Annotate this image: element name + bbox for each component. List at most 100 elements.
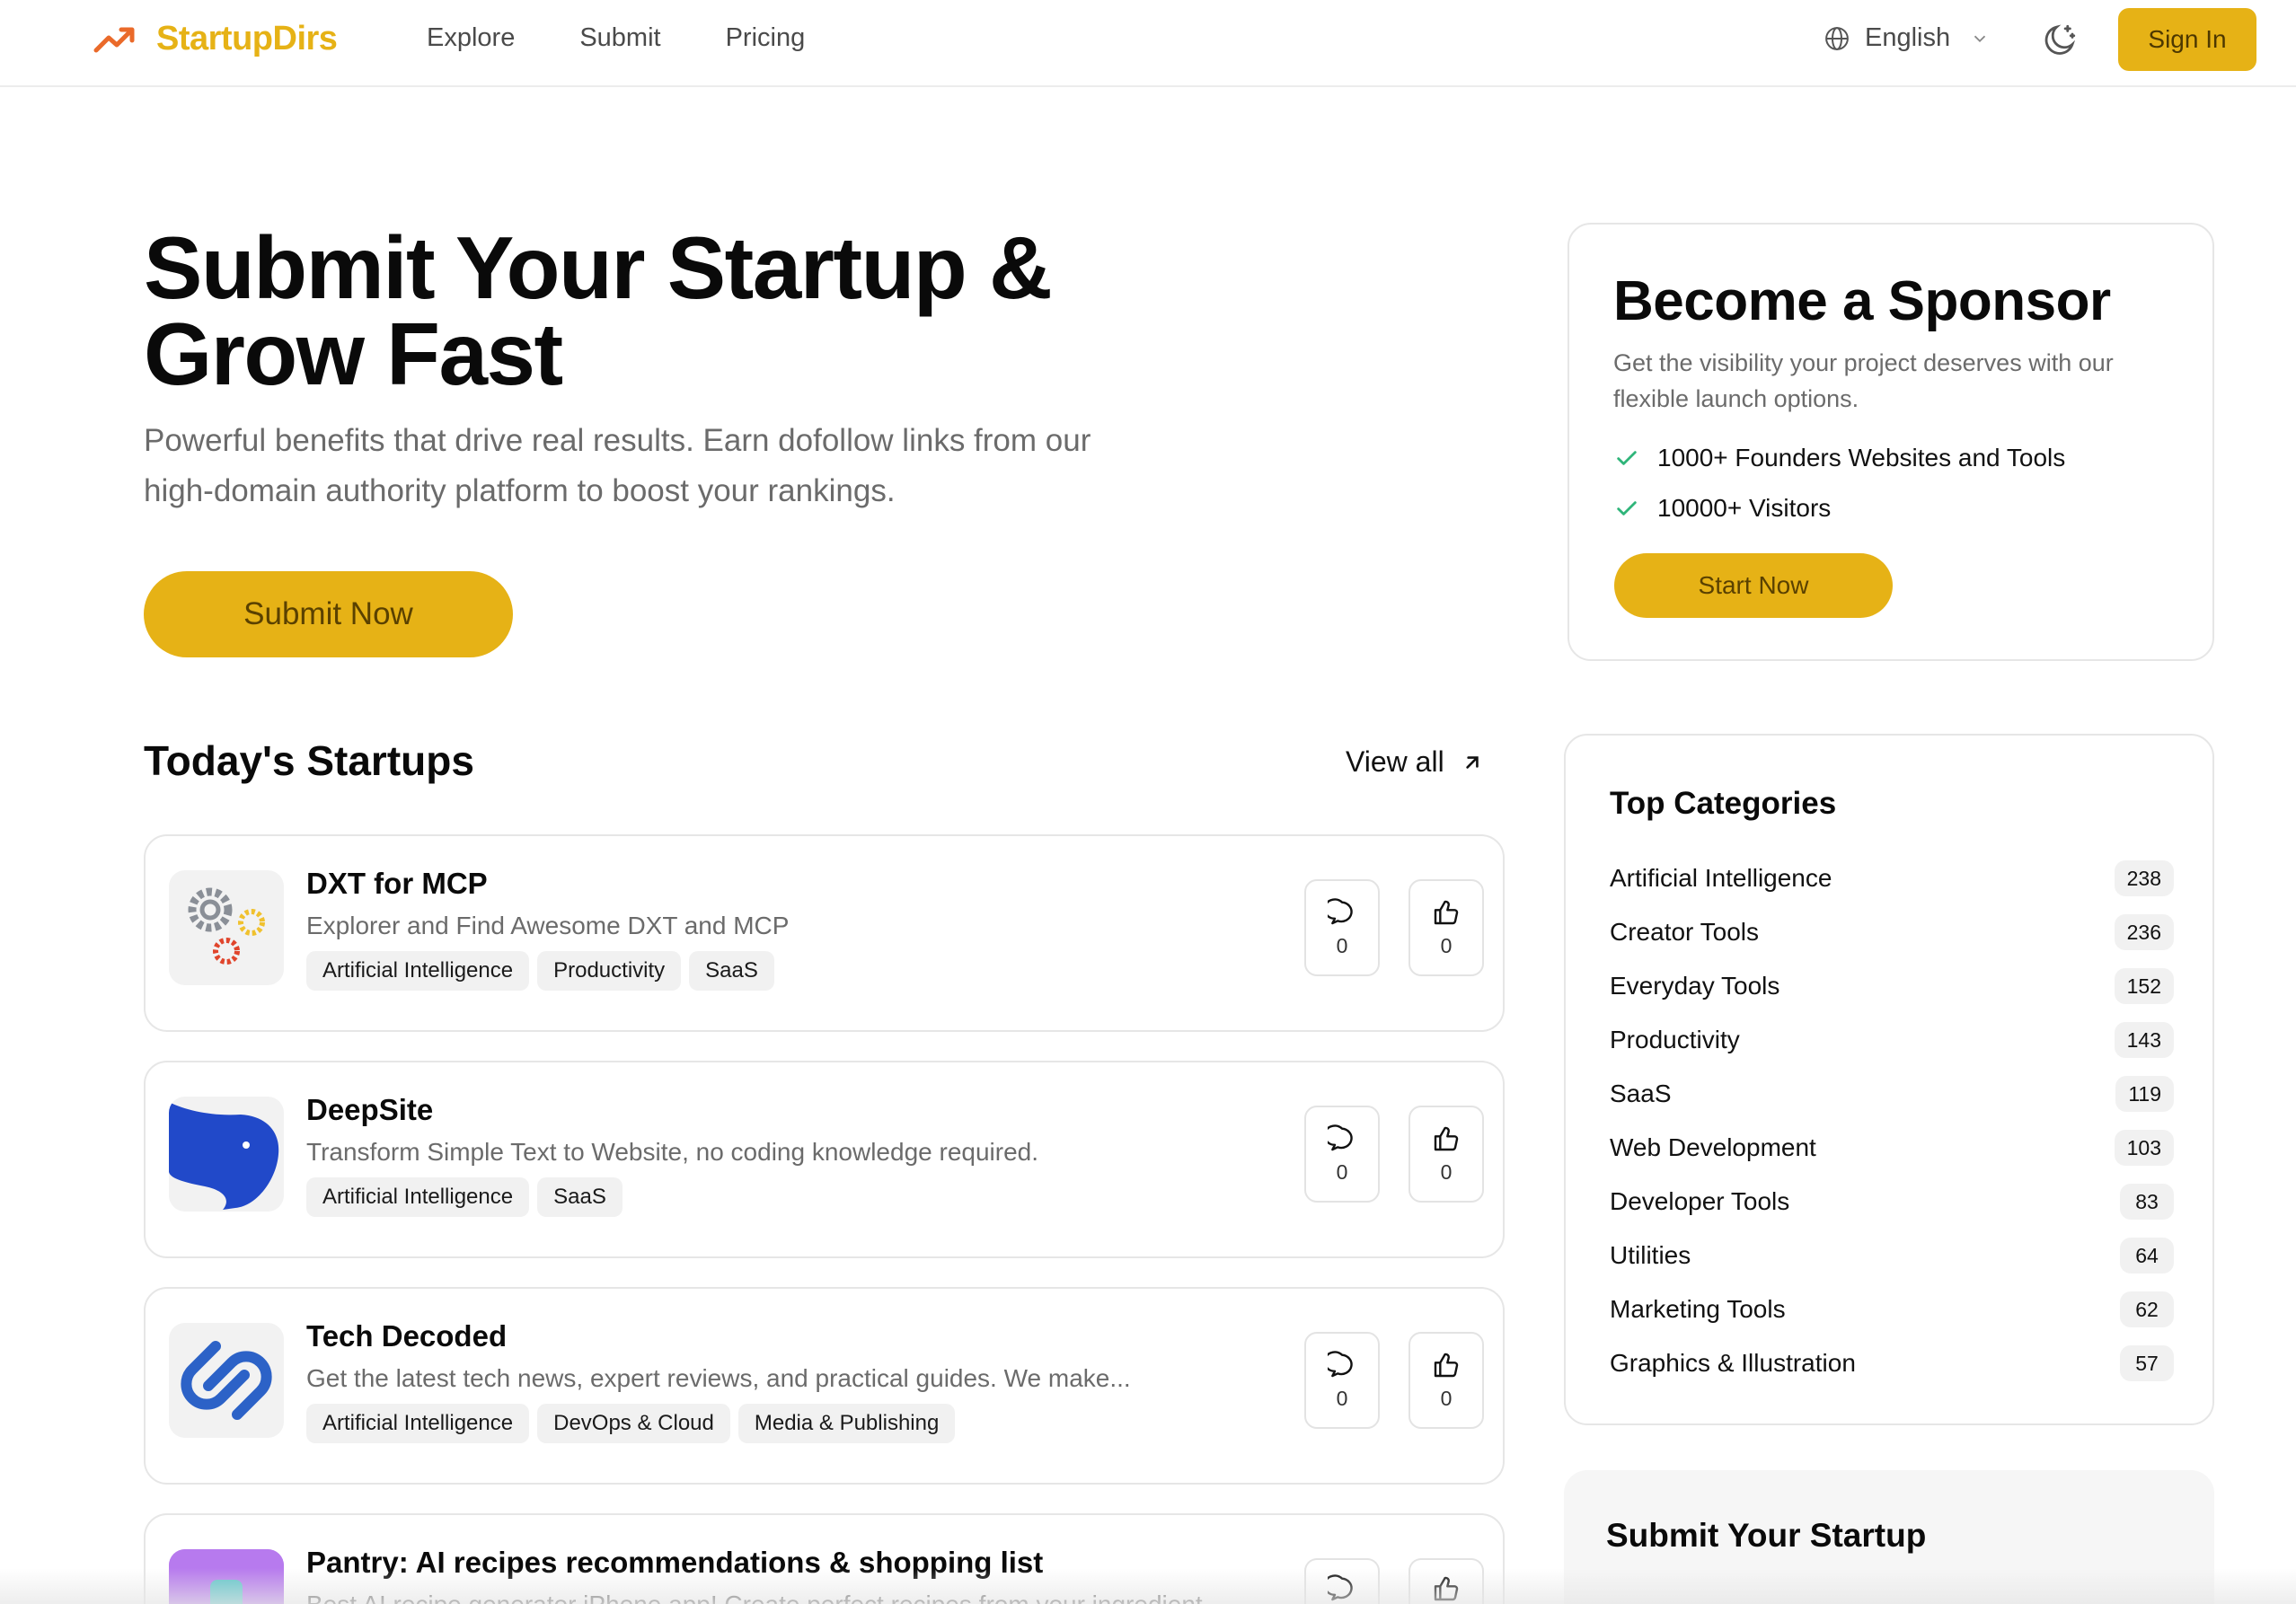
sponsor-text: Get the visibility your project deserves… bbox=[1613, 349, 2114, 412]
nav-submit[interactable]: Submit bbox=[579, 23, 660, 53]
upvote-count: 0 bbox=[1440, 1386, 1453, 1410]
theme-toggle-moon-icon[interactable] bbox=[2041, 22, 2079, 59]
startup-name[interactable]: Tech Decoded bbox=[306, 1319, 507, 1353]
startup-card[interactable]: Pantry: AI recipes recommendations & sho… bbox=[144, 1513, 1505, 1604]
category-row[interactable]: Everyday Tools 152 bbox=[1610, 967, 2174, 1005]
language-selector[interactable]: English bbox=[1824, 23, 1990, 53]
category-row[interactable]: Productivity 143 bbox=[1610, 1021, 2174, 1059]
startup-description: Transform Simple Text to Website, no cod… bbox=[306, 1138, 1039, 1166]
startup-tags: Artificial Intelligence SaaS bbox=[306, 1177, 623, 1217]
category-row[interactable]: Graphics & Illustration 57 bbox=[1610, 1344, 2174, 1382]
tag[interactable]: Artificial Intelligence bbox=[306, 951, 530, 991]
category-count: 238 bbox=[2114, 860, 2174, 896]
nav-pricing[interactable]: Pricing bbox=[726, 23, 806, 53]
category-row[interactable]: Utilities 64 bbox=[1610, 1237, 2174, 1274]
comment-icon bbox=[1328, 1124, 1353, 1150]
start-now-button[interactable]: Start Now bbox=[1614, 553, 1893, 618]
startup-card[interactable]: DeepSite Transform Simple Text to Websit… bbox=[144, 1061, 1505, 1258]
submit-startup-card: Submit Your Startup bbox=[1564, 1470, 2214, 1604]
category-row[interactable]: Developer Tools 83 bbox=[1610, 1183, 2174, 1221]
submit-now-button[interactable]: Submit Now bbox=[144, 571, 513, 657]
sponsor-point-label: 1000+ Founders Websites and Tools bbox=[1657, 444, 2066, 472]
tag[interactable]: SaaS bbox=[689, 951, 774, 991]
tag[interactable]: DevOps & Cloud bbox=[537, 1404, 730, 1443]
category-name: Artificial Intelligence bbox=[1610, 864, 1832, 892]
startup-tags: Artificial Intelligence Productivity Saa… bbox=[306, 951, 774, 991]
app-icon bbox=[169, 1549, 284, 1604]
upvote-button[interactable]: 0 bbox=[1409, 1106, 1484, 1203]
comment-count: 0 bbox=[1336, 933, 1348, 957]
category-row[interactable]: Marketing Tools 62 bbox=[1610, 1291, 2174, 1328]
startup-name[interactable]: DXT for MCP bbox=[306, 867, 488, 901]
category-name: Productivity bbox=[1610, 1026, 1740, 1053]
submit-startup-title: Submit Your Startup bbox=[1606, 1517, 1927, 1554]
whale-icon bbox=[169, 1102, 279, 1210]
sponsor-card: Become a Sponsor Get the visibility your… bbox=[1567, 223, 2214, 661]
category-name: Developer Tools bbox=[1610, 1187, 1790, 1215]
category-count: 57 bbox=[2120, 1345, 2174, 1381]
view-all-label: View all bbox=[1346, 745, 1444, 778]
thumbs-up-icon bbox=[1434, 1353, 1459, 1377]
nav-explore[interactable]: Explore bbox=[427, 23, 515, 53]
gears-icon bbox=[188, 887, 265, 965]
chevron-down-icon bbox=[1974, 35, 1986, 42]
brand-name: StartupDirs bbox=[156, 20, 338, 57]
tag[interactable]: Artificial Intelligence bbox=[306, 1404, 530, 1443]
comment-button[interactable]: 0 bbox=[1304, 1106, 1380, 1203]
hero-subtitle: Powerful benefits that drive real result… bbox=[144, 423, 1091, 508]
category-row[interactable]: Artificial Intelligence 238 bbox=[1610, 859, 2174, 897]
main-nav: Explore Submit Pricing bbox=[427, 23, 805, 53]
category-name: Everyday Tools bbox=[1610, 972, 1780, 1000]
category-name: Web Development bbox=[1610, 1133, 1816, 1161]
category-name: Utilities bbox=[1610, 1241, 1691, 1269]
category-name: Marketing Tools bbox=[1610, 1295, 1786, 1323]
brand-logo[interactable]: StartupDirs bbox=[93, 20, 338, 58]
category-row[interactable]: Web Development 103 bbox=[1610, 1129, 2174, 1167]
category-count: 143 bbox=[2114, 1022, 2174, 1058]
top-categories-card: Top Categories Artificial Intelligence 23… bbox=[1564, 734, 2214, 1425]
category-count: 83 bbox=[2120, 1184, 2174, 1220]
trending-up-icon bbox=[93, 27, 135, 52]
comment-count: 0 bbox=[1336, 1386, 1348, 1410]
language-label: English bbox=[1865, 23, 1951, 52]
todays-startups-title: Today's Startups bbox=[144, 737, 474, 784]
tag[interactable]: SaaS bbox=[537, 1177, 623, 1217]
category-name: Graphics & Illustration bbox=[1610, 1349, 1856, 1377]
comment-button[interactable]: 0 bbox=[1304, 1332, 1380, 1429]
top-navbar: StartupDirs Explore Submit Pricing Engli… bbox=[0, 0, 2296, 87]
comment-icon bbox=[1328, 897, 1353, 924]
category-count: 152 bbox=[2114, 968, 2174, 1004]
tag[interactable]: Media & Publishing bbox=[737, 1404, 956, 1443]
thumbs-up-icon bbox=[1434, 900, 1459, 924]
startup-card[interactable]: DXT for MCP Explorer and Find Awesome DX… bbox=[144, 834, 1505, 1032]
category-row[interactable]: Creator Tools 236 bbox=[1610, 913, 2174, 951]
startup-logo-pantry bbox=[169, 1549, 284, 1604]
category-row[interactable]: SaaS 119 bbox=[1610, 1075, 2174, 1113]
check-icon bbox=[1617, 501, 1637, 516]
thumbs-up-icon bbox=[1434, 1576, 1459, 1601]
globe-icon bbox=[1825, 26, 1849, 50]
sign-in-button[interactable]: Sign In bbox=[2118, 8, 2256, 71]
chain-links-icon bbox=[181, 1341, 272, 1420]
sponsor-title: Become a Sponsor bbox=[1613, 270, 2111, 332]
check-icon bbox=[1617, 451, 1637, 465]
sponsor-point-label: 10000+ Visitors bbox=[1657, 494, 1832, 522]
tag[interactable]: Artificial Intelligence bbox=[306, 1177, 530, 1217]
startup-description: Best AI recipe generator iPhone app! Cre… bbox=[306, 1591, 1223, 1604]
startup-logo-links bbox=[169, 1323, 284, 1438]
startup-name[interactable]: Pantry: AI recipes recommendations & sho… bbox=[306, 1546, 1043, 1580]
startup-card[interactable]: Tech Decoded Get the latest tech news, e… bbox=[144, 1287, 1505, 1485]
comment-button[interactable] bbox=[1304, 1558, 1380, 1604]
upvote-button[interactable]: 0 bbox=[1409, 879, 1484, 976]
startup-description: Get the latest tech news, expert reviews… bbox=[306, 1364, 1131, 1392]
sponsor-point: 1000+ Founders Websites and Tools bbox=[1614, 444, 2065, 472]
startup-tags: Artificial Intelligence DevOps & Cloud M… bbox=[306, 1404, 956, 1443]
startup-logo-gears bbox=[169, 870, 284, 985]
upvote-button[interactable]: 0 bbox=[1409, 1332, 1484, 1429]
thumbs-up-icon bbox=[1434, 1126, 1459, 1150]
upvote-button[interactable] bbox=[1409, 1558, 1484, 1604]
view-all-link[interactable]: View all bbox=[1346, 745, 1484, 779]
tag[interactable]: Productivity bbox=[537, 951, 682, 991]
comment-button[interactable]: 0 bbox=[1304, 879, 1380, 976]
startup-name[interactable]: DeepSite bbox=[306, 1093, 433, 1127]
